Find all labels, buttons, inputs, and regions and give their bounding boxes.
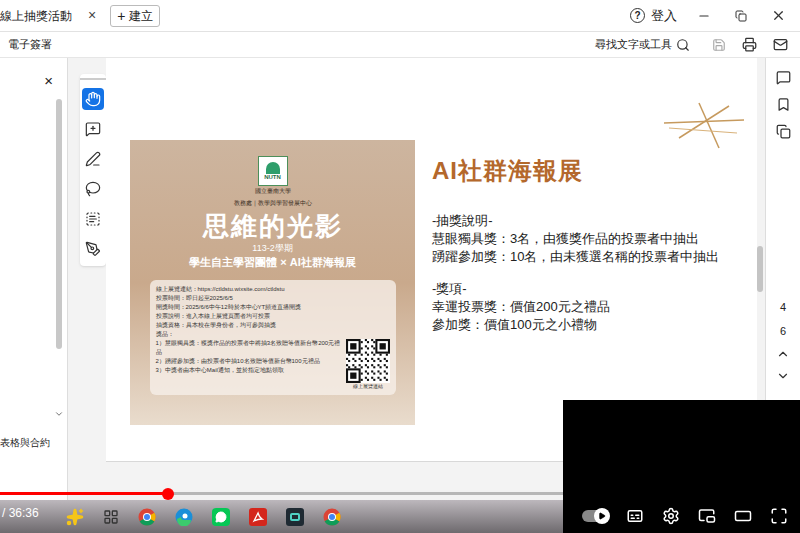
qr-code-icon: [346, 339, 390, 383]
progress-handle[interactable]: [162, 488, 174, 500]
poster-title: 思維的光影: [203, 210, 343, 243]
theater-icon[interactable]: [734, 507, 752, 525]
search-tools[interactable]: 尋找文字或工具: [595, 36, 690, 53]
browser-tab-bar: 線上抽獎活動×+建立? 登入: [0, 0, 800, 32]
settings-icon[interactable]: [662, 507, 680, 525]
autoplay-toggle[interactable]: [582, 510, 608, 522]
quick-tools: [80, 74, 106, 266]
acrobat-icon[interactable]: [249, 508, 267, 526]
hand-icon: [85, 91, 101, 107]
screen: 線上抽獎活動×+建立? 登入電子簽署 尋找文字或工具 × 表格與合約 NUTN國立臺南大學…: [0, 0, 800, 533]
time-display: / 36:36: [2, 504, 39, 522]
chevron-down-icon[interactable]: [54, 409, 64, 419]
help-button[interactable]: ?: [630, 8, 645, 23]
comment-icon: [85, 121, 101, 137]
restore-icon[interactable]: [735, 10, 747, 22]
mail-icon[interactable]: [773, 37, 788, 52]
left-panel: × 表格與合約: [0, 58, 68, 500]
edge-icon[interactable]: [175, 508, 193, 526]
poster: NUTN國立臺南大學教務處｜教學與學習發展中心思維的光影113-2學期學生自主學…: [130, 140, 415, 425]
search-icon: [676, 38, 690, 52]
line-icon[interactable]: [212, 508, 230, 526]
browser-tab[interactable]: 線上抽獎活動×: [0, 5, 110, 26]
tools-column: [68, 58, 106, 500]
page-section: -抽獎說明-慧眼獨具獎：3名，由獲獎作品的投票者中抽出踴躍參加獎：10名，由未獲…: [432, 212, 719, 266]
tab-close-button[interactable]: ×: [82, 5, 102, 26]
tool-button[interactable]: [82, 148, 104, 170]
acrobat-toolbar: 電子簽署 尋找文字或工具: [0, 32, 800, 58]
tool-button[interactable]: [82, 238, 104, 260]
tool-button[interactable]: [82, 178, 104, 200]
taskview-icon[interactable]: [103, 509, 119, 525]
pages-icon[interactable]: [776, 124, 791, 139]
captions-icon[interactable]: [626, 507, 644, 525]
new-tab-button[interactable]: +建立: [110, 5, 160, 27]
copilot-icon[interactable]: [66, 508, 84, 526]
chrome-icon[interactable]: [138, 508, 156, 526]
sign-icon: [85, 241, 101, 257]
chrome-icon[interactable]: [323, 508, 341, 526]
save-icon[interactable]: [712, 38, 726, 52]
pen-icon: [85, 151, 101, 167]
login-button[interactable]: 登入: [651, 6, 677, 26]
miniplayer-icon[interactable]: [698, 507, 716, 525]
panel-close-button[interactable]: ×: [44, 70, 53, 93]
tool-button[interactable]: [82, 208, 104, 230]
comment-panel-icon[interactable]: [776, 70, 791, 85]
tool-button[interactable]: [82, 88, 104, 110]
player-controls: [563, 400, 800, 533]
school-logo: NUTN: [258, 156, 288, 186]
decoration-icon: [659, 98, 749, 153]
text-select-icon: [85, 211, 101, 227]
page-title: AI社群海報展: [432, 156, 719, 186]
page-nav: 46: [776, 299, 790, 383]
lasso-icon: [85, 181, 101, 197]
fullscreen-icon[interactable]: [770, 507, 788, 525]
close-window-icon[interactable]: [771, 8, 786, 23]
poster-info-box: 線上展覽連結：https://ctldstu.wixsite.com/ctlds…: [150, 280, 396, 395]
e-sign-menu[interactable]: 電子簽署: [8, 36, 52, 53]
page-up-icon[interactable]: [776, 347, 790, 361]
page-number[interactable]: 6: [780, 323, 786, 339]
print-icon[interactable]: [742, 37, 757, 52]
page-section: -獎項-幸運投票獎：價值200元之禮品參加獎：價值100元之小禮物: [432, 280, 719, 334]
panel-item[interactable]: 表格與合約: [0, 437, 50, 448]
page-number[interactable]: 4: [780, 299, 786, 315]
play-icon: [598, 512, 606, 520]
panel-scrollbar[interactable]: [55, 99, 63, 419]
minimize-icon[interactable]: [697, 9, 711, 23]
tool-button[interactable]: [82, 118, 104, 140]
capture-icon[interactable]: [286, 508, 304, 526]
bookmark-icon[interactable]: [776, 97, 791, 112]
page-down-icon[interactable]: [776, 369, 790, 383]
